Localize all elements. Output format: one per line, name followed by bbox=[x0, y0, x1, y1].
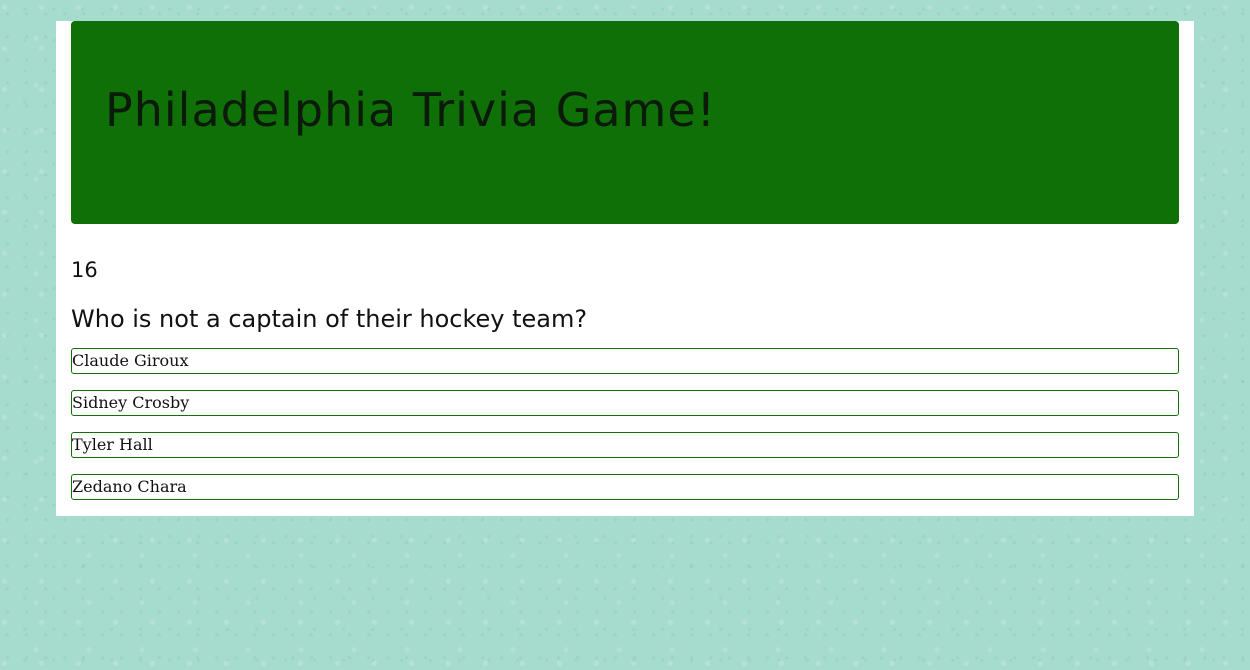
header-banner: Philadelphia Trivia Game! bbox=[71, 21, 1179, 224]
answer-list: Claude Giroux Sidney Crosby Tyler Hall Z… bbox=[71, 348, 1179, 516]
question-text: Who is not a captain of their hockey tea… bbox=[71, 305, 588, 333]
answer-button-1[interactable]: Claude Giroux bbox=[71, 348, 1179, 374]
answer-button-2[interactable]: Sidney Crosby bbox=[71, 390, 1179, 416]
answer-button-3[interactable]: Tyler Hall bbox=[71, 432, 1179, 458]
answer-button-4[interactable]: Zedano Chara bbox=[71, 474, 1179, 500]
page-title: Philadelphia Trivia Game! bbox=[105, 83, 717, 137]
game-container: Philadelphia Trivia Game! 16 Who is not … bbox=[56, 21, 1194, 516]
question-counter: 16 bbox=[71, 258, 98, 282]
